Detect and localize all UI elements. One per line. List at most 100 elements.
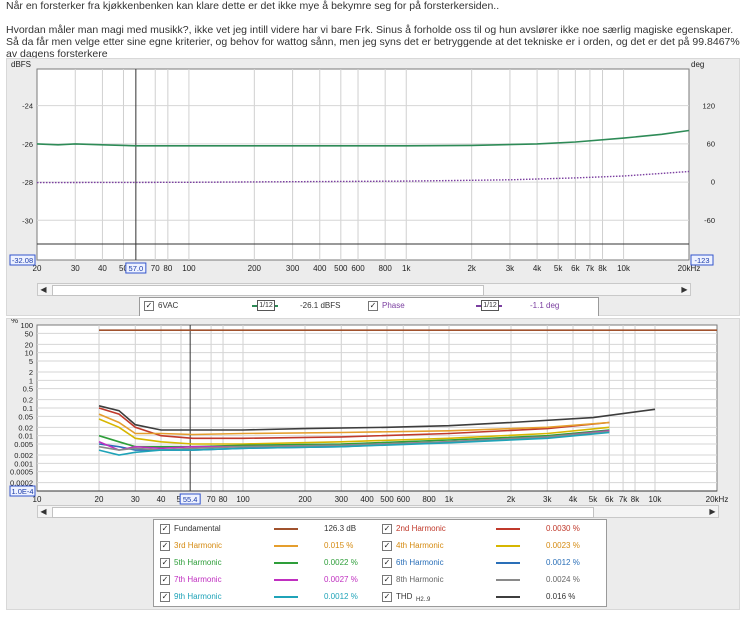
legend-value: -26.1 dBFS [300,301,341,310]
x-tick-label: 80 [219,495,228,504]
distortion-legend: ✓ Fundamental 126.3 dB ✓ 3rd Harmonic 0.015 %… [153,519,607,607]
x-tick-label: 20kHz [706,495,729,504]
x-tick-label: 6k [571,264,580,273]
scroll-thumb[interactable] [52,285,484,296]
series-checkbox[interactable]: ✓ [160,541,170,551]
scroll-left-arrow[interactable]: ◀ [38,284,49,295]
x-tick-label: 40 [98,264,107,273]
y-tick-label: 5 [29,357,33,366]
y-tick-label: 0.005 [14,440,33,449]
frequency-response-panel: 20 30 40 50 70 80 100 200 300 400 500 600 800 1k 2k 3k 4… [6,58,740,316]
distortion-scrollbar[interactable]: ◀ ▶ [37,505,719,518]
legend-row[interactable]: ✓ 8th Harmonic 0.0024 % [380,572,602,588]
legend-row[interactable]: ✓ 3rd Harmonic 0.015 % [158,538,380,554]
y-tick-label: 0.05 [18,412,33,421]
x-tick-label: 2k [467,264,476,273]
series-checkbox[interactable]: ✓ [160,524,170,534]
x-tick-label: 4k [569,495,578,504]
y-tick-label: 0.5 [23,385,33,394]
frequency-scrollbar[interactable]: ◀ ▶ [37,283,691,296]
x-tick-label: 200 [248,264,262,273]
x-tick-label: 6k [605,495,614,504]
legend-row[interactable]: ✓ THD H2..9 0.016 % [380,589,602,605]
legend-row-phase[interactable]: ✓ Phase 1/12 -1.1 deg [364,298,596,314]
smoothing-box[interactable]: 1/12 [257,300,275,311]
frequency-legend: ✓ 6VAC 1/12 -26.1 dBFS ✓ Phase 1/12 -1.1… [139,297,599,316]
checkbox-phase[interactable]: ✓ [368,301,378,311]
scroll-right-arrow[interactable]: ▶ [679,284,690,295]
legend-row[interactable]: ✓ 9th Harmonic 0.0012 % [158,589,380,605]
x-tick-label: 1k [445,495,454,504]
y-tick-label: 50 [25,329,33,338]
legend-row-6vac[interactable]: ✓ 6VAC 1/12 -26.1 dBFS [140,298,370,314]
post-paragraph-2: Hvordan måler man magi med musikk?, ikke… [6,24,740,60]
legend-swatch [274,528,298,530]
x-tick-label: 7k [586,264,595,273]
legend-swatch [496,596,520,598]
legend-swatch [496,562,520,564]
legend-swatch [274,562,298,564]
legend-swatch [496,528,520,530]
series-checkbox[interactable]: ✓ [382,541,392,551]
series-checkbox[interactable]: ✓ [160,558,170,568]
legend-value: 0.0027 % [324,575,358,584]
x-tick-label: 30 [131,495,140,504]
legend-value: 0.0012 % [324,592,358,601]
legend-swatch [274,545,298,547]
x-tick-label: 100 [236,495,250,504]
x-tick-label: 40 [157,495,166,504]
series-checkbox[interactable]: ✓ [382,524,392,534]
legend-swatch [274,579,298,581]
legend-name: Phase [382,301,405,310]
legend-row[interactable]: ✓ 7th Harmonic 0.0027 % [158,572,380,588]
legend-row[interactable]: ✓ 6th Harmonic 0.0012 % [380,555,602,571]
series-checkbox[interactable]: ✓ [160,575,170,585]
legend-row[interactable]: ✓ Fundamental 126.3 dB [158,521,380,537]
legend-row[interactable]: ✓ 2nd Harmonic 0.0030 % [380,521,602,537]
scroll-right-arrow[interactable]: ▶ [707,506,718,517]
y-cursor-readout: -32.08 [12,256,33,265]
x-tick-label: 3k [543,495,552,504]
x-tick-label: 600 [397,495,411,504]
y2-tick-label: 0 [711,178,715,187]
x-tick-label: 5k [589,495,598,504]
x-tick-label: 600 [351,264,365,273]
x-tick-label: 1k [402,264,411,273]
checkbox-6vac[interactable]: ✓ [144,301,154,311]
y2-tick-label: -60 [704,216,715,225]
series-checkbox[interactable]: ✓ [160,592,170,602]
series-checkbox[interactable]: ✓ [382,592,392,602]
legend-value: 0.0023 % [546,541,580,550]
series-checkbox[interactable]: ✓ [382,558,392,568]
x-tick-label: 8k [598,264,607,273]
distortion-chart: 102030405070801002003004005006008001k2k3… [9,319,729,505]
legend-value: 0.0024 % [546,575,580,584]
scroll-left-arrow[interactable]: ◀ [38,506,49,517]
x-tick-label: 800 [379,264,393,273]
legend-value: 0.0022 % [324,558,358,567]
post-paragraph-1: Når en forsterker fra kjøkkenbenken kan … [6,0,500,12]
legend-row[interactable]: ✓ 5th Harmonic 0.0022 % [158,555,380,571]
y2-tick-label: 120 [702,101,715,110]
legend-name: 4th Harmonic [396,541,444,550]
x-tick-label: 5k [554,264,563,273]
x-tick-label: 30 [71,264,80,273]
x-tick-label: 800 [422,495,436,504]
x-tick-label: 3k [506,264,515,273]
forum-post-text: Når en forsterker fra kjøkkenbenken kan … [6,0,744,60]
scroll-thumb[interactable] [52,507,594,518]
legend-value: 126.3 dB [324,524,357,533]
y2-tick-label: 60 [707,139,715,148]
legend-value: -1.1 deg [530,301,560,310]
x-tick-label: 100 [182,264,196,273]
x-tick-label: 20 [95,495,104,504]
x-tick-label: 8k [631,495,640,504]
x-tick-label: 500 [334,264,348,273]
x-tick-label: 2k [507,495,516,504]
legend-name: 6VAC [158,301,179,310]
smoothing-box[interactable]: 1/12 [481,300,499,311]
legend-value: 0.0030 % [546,524,580,533]
series-checkbox[interactable]: ✓ [382,575,392,585]
legend-name: 2nd Harmonic [396,524,446,533]
legend-row[interactable]: ✓ 4th Harmonic 0.0023 % [380,538,602,554]
